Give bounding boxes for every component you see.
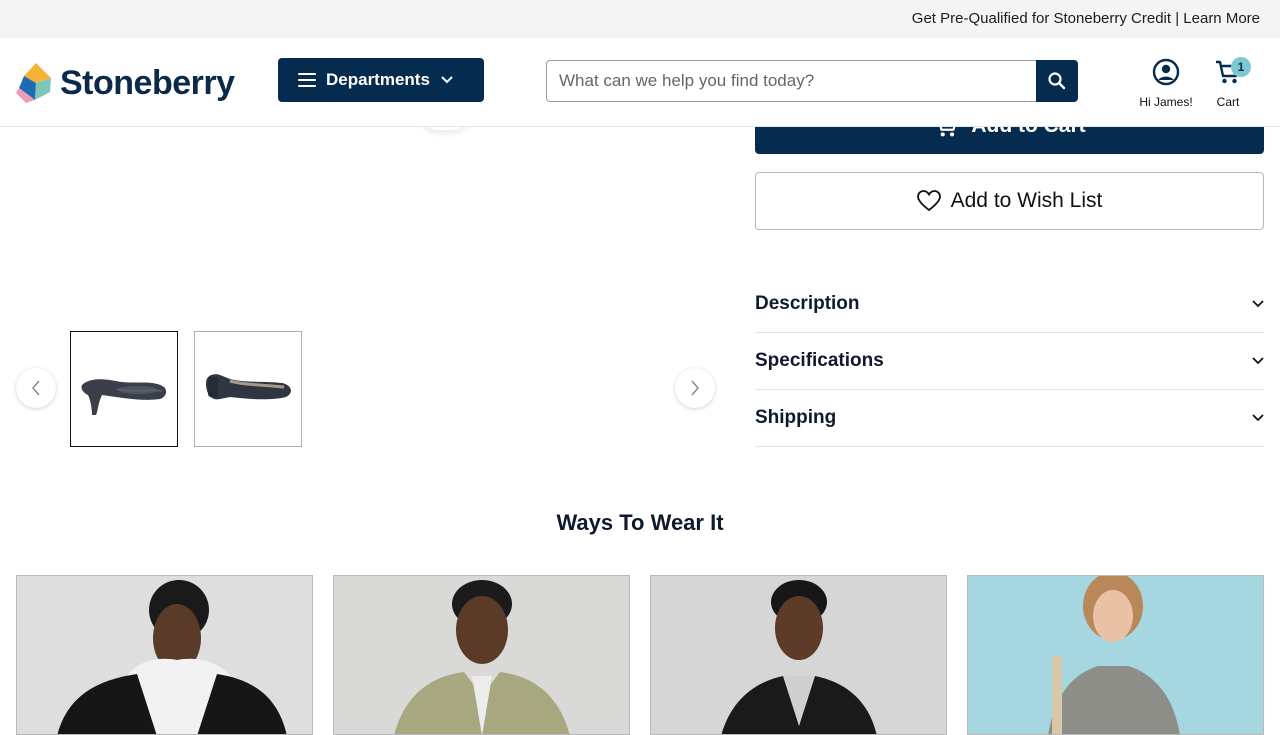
account-label: Hi James! (1139, 95, 1193, 109)
outfit-image (17, 576, 312, 734)
account-link[interactable]: Hi James! (1136, 58, 1196, 109)
site-header: Stoneberry Departments Hi James! 1 Cart (0, 38, 1280, 127)
departments-button[interactable]: Departments (278, 58, 484, 102)
logo-text: Stoneberry (60, 63, 235, 102)
accordion-description[interactable]: Description (755, 276, 1264, 333)
shoe-side-image (81, 379, 167, 415)
shoe-top-image (206, 374, 291, 400)
outfit-card-4[interactable] (967, 575, 1264, 735)
chevron-down-icon (441, 76, 453, 84)
hamburger-icon (298, 73, 316, 87)
promo-link[interactable]: Get Pre-Qualified for Stoneberry Credit … (912, 10, 1260, 27)
accordion-label: Description (755, 293, 860, 314)
outfit-image (651, 576, 946, 734)
promo-bar: Get Pre-Qualified for Stoneberry Credit … (0, 0, 1280, 38)
wishlist-label: Add to Wish List (950, 189, 1103, 212)
heart-icon (916, 190, 941, 212)
cart-link[interactable]: 1 Cart (1208, 57, 1251, 109)
chevron-down-icon (1252, 357, 1264, 365)
logo-mark-icon (16, 63, 51, 103)
thumbnail-1[interactable] (70, 331, 178, 447)
accordion-label: Specifications (755, 350, 884, 371)
section-title: Ways To Wear It (556, 510, 724, 535)
cart-label: Cart (1216, 95, 1240, 109)
chevron-left-icon (32, 380, 40, 396)
search-input[interactable] (546, 60, 1036, 102)
outfit-image (334, 576, 629, 734)
outfit-card-3[interactable] (650, 575, 947, 735)
add-to-wishlist-button[interactable]: Add to Wish List (755, 172, 1264, 230)
carousel-next-button[interactable] (675, 368, 715, 408)
carousel-prev-button[interactable] (16, 368, 56, 408)
search-button[interactable] (1036, 60, 1078, 102)
accordion-label: Shipping (755, 407, 837, 428)
chevron-right-icon (691, 380, 699, 396)
outfit-card-2[interactable] (333, 575, 630, 735)
accordion-specifications[interactable]: Specifications (755, 333, 1264, 390)
user-icon (1152, 58, 1180, 86)
logo[interactable]: Stoneberry (16, 62, 250, 104)
chevron-down-icon (1252, 300, 1264, 308)
search-icon (1048, 72, 1066, 90)
departments-label: Departments (326, 70, 430, 89)
outfit-image (968, 576, 1263, 734)
thumbnail-2[interactable] (194, 331, 302, 447)
chevron-down-icon (1252, 414, 1264, 422)
cart-count-badge: 1 (1231, 57, 1251, 77)
outfit-card-1[interactable] (16, 575, 313, 735)
accordion-shipping[interactable]: Shipping (755, 390, 1264, 447)
